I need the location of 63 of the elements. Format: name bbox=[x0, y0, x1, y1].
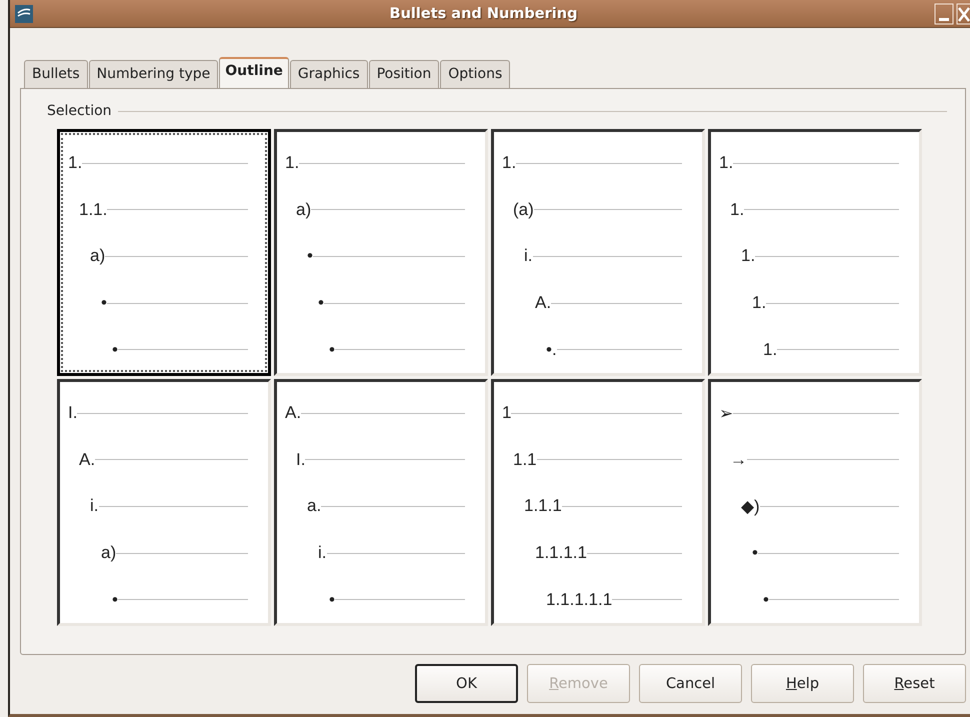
level-label: (a) bbox=[513, 200, 534, 220]
dialog-button[interactable]: Help bbox=[751, 664, 854, 703]
level-label: A. bbox=[79, 450, 96, 470]
level-label: 1. bbox=[68, 153, 82, 174]
level-label: A. bbox=[535, 293, 552, 314]
tab[interactable]: Outline bbox=[219, 57, 289, 88]
outline-preview[interactable]: 1. a) • • • bbox=[274, 129, 488, 376]
level-label: a) bbox=[90, 246, 106, 266]
level-label: 1. bbox=[285, 153, 300, 174]
level-label: i. bbox=[318, 543, 326, 564]
dialog-button[interactable]: Reset bbox=[863, 664, 966, 703]
level-label: • bbox=[752, 543, 758, 564]
outline-preview[interactable]: 1. (a) i. A. •. bbox=[491, 129, 705, 376]
outline-preview[interactable]: A. I. a. i. • bbox=[274, 379, 488, 626]
level-label: 1. bbox=[741, 246, 756, 266]
level-label: → bbox=[730, 450, 747, 470]
level-label: • bbox=[329, 590, 335, 610]
outline-preview[interactable]: I. A. i. a) • bbox=[57, 379, 271, 626]
level-label: 1. bbox=[752, 293, 766, 314]
level-label: • bbox=[329, 340, 335, 360]
level-label: 1.1.1.1.1 bbox=[546, 590, 612, 610]
level-label: 1.1.1.1 bbox=[535, 543, 587, 564]
dialog-button[interactable]: OK bbox=[415, 664, 518, 703]
level-label: • bbox=[112, 590, 118, 610]
group-label: Selection bbox=[47, 103, 112, 119]
level-label: I. bbox=[296, 450, 306, 470]
level-label: 1.1. bbox=[79, 200, 108, 220]
level-label: a) bbox=[296, 200, 312, 220]
tab[interactable]: Numbering type bbox=[88, 60, 218, 88]
outline-preview[interactable]: 1. 1.1. a) • • bbox=[57, 129, 271, 376]
level-label: 1 bbox=[502, 403, 512, 424]
level-label: ➢ bbox=[719, 402, 733, 424]
level-label: ◆) bbox=[741, 496, 760, 517]
level-label: • bbox=[101, 293, 107, 314]
window-title: Bullets and Numbering bbox=[388, 6, 578, 22]
level-label: •. bbox=[546, 340, 557, 360]
level-label: i. bbox=[524, 246, 532, 266]
level-label: 1. bbox=[719, 153, 734, 174]
level-label: • bbox=[112, 340, 118, 360]
minimize-icon[interactable] bbox=[934, 2, 954, 24]
level-label: 1.1 bbox=[513, 450, 537, 470]
tab[interactable]: Position bbox=[368, 60, 440, 88]
tab[interactable]: Graphics bbox=[290, 60, 368, 88]
level-label: • bbox=[318, 293, 324, 314]
level-label: I. bbox=[68, 403, 78, 424]
level-label: i. bbox=[90, 496, 98, 516]
outline-preview[interactable]: 1. 1. 1. 1. 1. bbox=[708, 129, 922, 376]
tab[interactable]: Bullets bbox=[24, 60, 88, 88]
level-label: 1. bbox=[502, 153, 516, 174]
level-label: a. bbox=[307, 496, 322, 516]
level-label: 1.1.1 bbox=[524, 496, 562, 516]
tab[interactable]: Options bbox=[440, 60, 510, 88]
level-label: 1. bbox=[730, 200, 744, 220]
level-label: • bbox=[763, 590, 769, 610]
level-label: A. bbox=[285, 403, 302, 424]
outline-preview[interactable]: 1 1.1 1.1.1 1.1.1.1 1.1.1.1.1 bbox=[491, 379, 705, 626]
level-label: a) bbox=[101, 543, 116, 564]
outline-preview[interactable]: ➢ → ◆) • • bbox=[708, 379, 922, 626]
level-label: 1. bbox=[763, 340, 778, 360]
app-icon bbox=[15, 4, 33, 22]
dialog-button[interactable]: Cancel bbox=[639, 664, 742, 703]
level-label: • bbox=[307, 246, 313, 266]
close-icon[interactable] bbox=[956, 2, 970, 24]
